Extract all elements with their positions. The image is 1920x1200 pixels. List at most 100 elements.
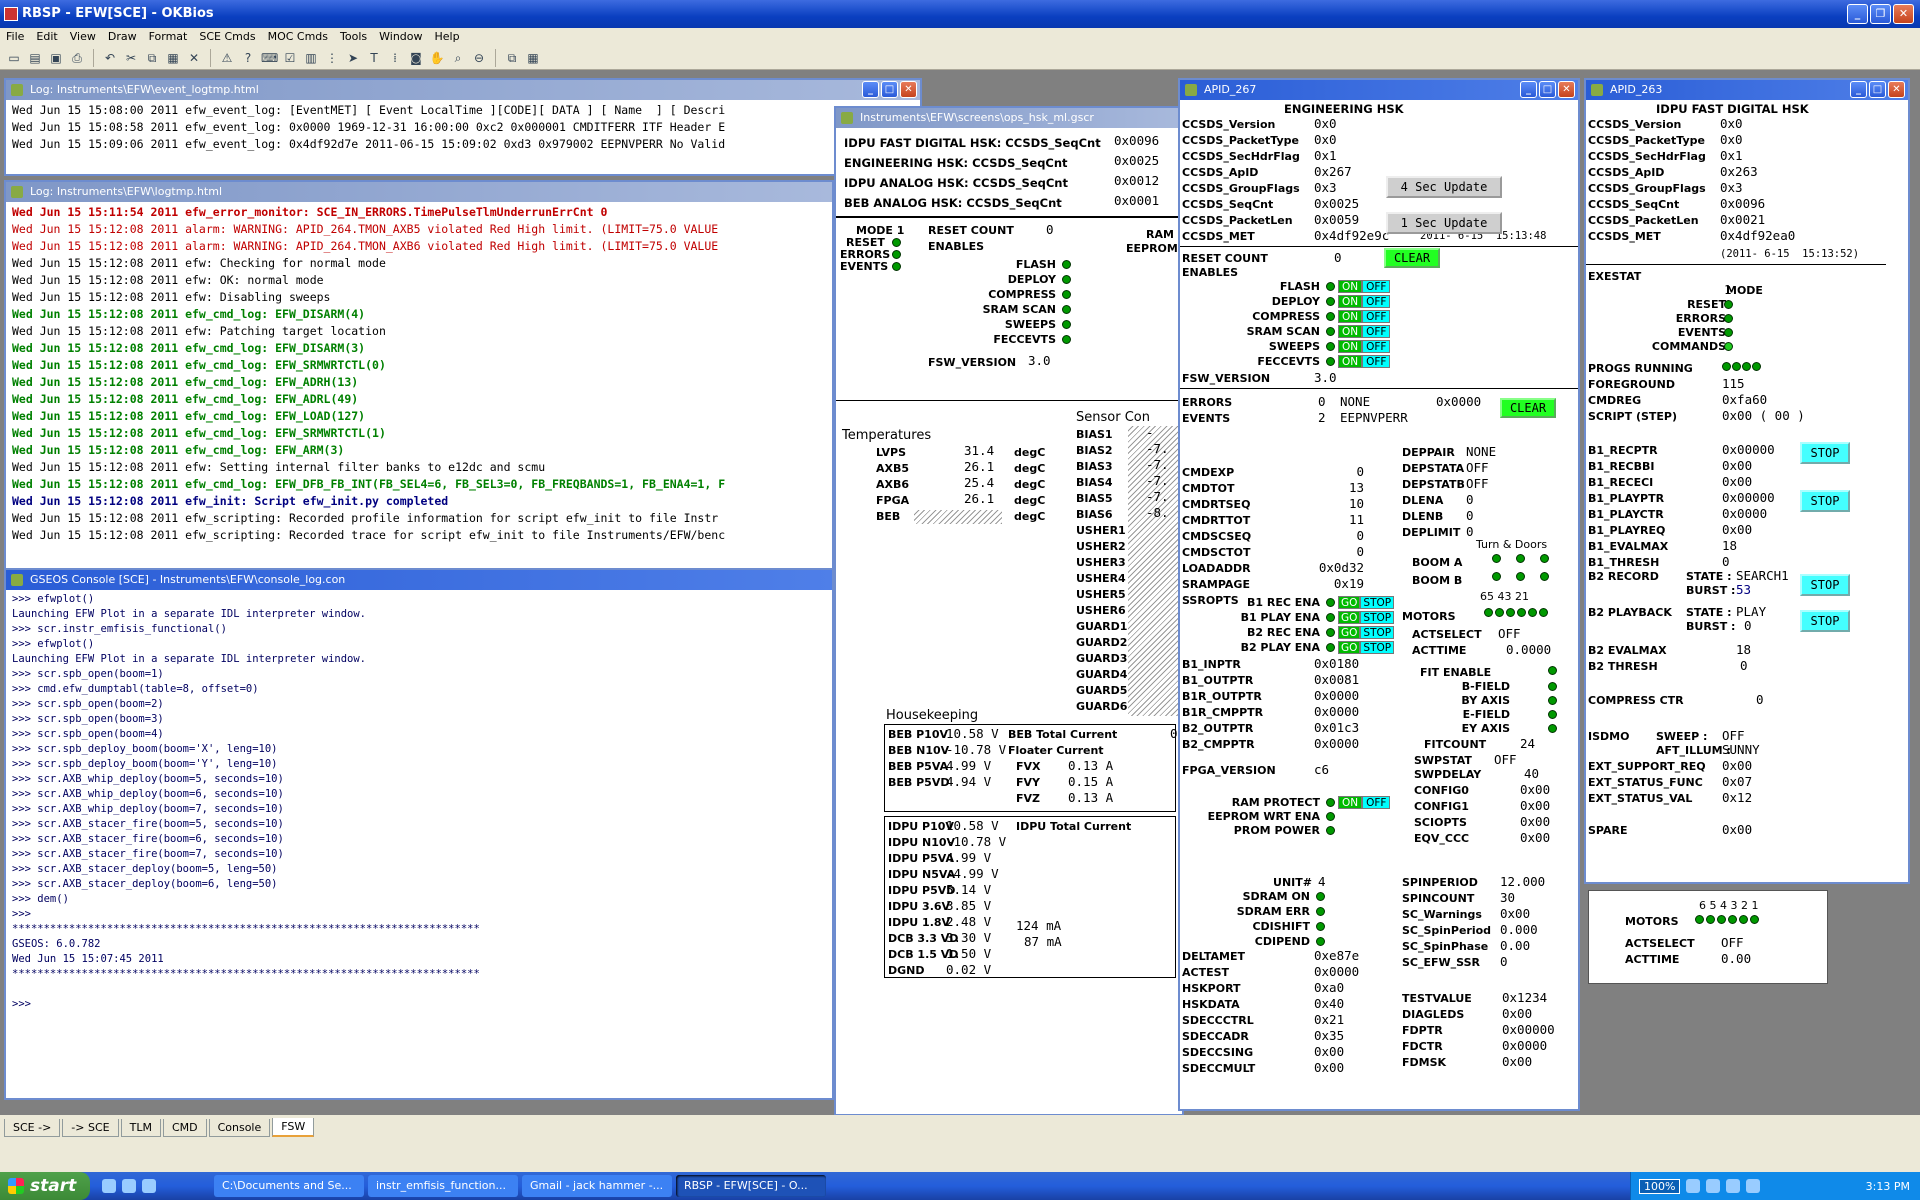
console-output[interactable]: >>> efwplot() Launching EFW Plot in a sep…: [6, 590, 832, 1014]
off-option[interactable]: OFF: [1362, 355, 1391, 368]
tab-2[interactable]: TLM: [120, 1119, 161, 1137]
hand-icon[interactable]: ✋: [429, 50, 445, 66]
pointer-icon[interactable]: ➤: [345, 50, 361, 66]
minimize-button[interactable]: _: [1850, 81, 1867, 98]
paste-icon[interactable]: ▦: [165, 50, 181, 66]
menu-draw[interactable]: Draw: [108, 28, 137, 46]
menu-help[interactable]: Help: [435, 28, 460, 46]
open-icon[interactable]: ▤: [27, 50, 43, 66]
on-off-toggle[interactable]: ON OFF: [1338, 310, 1391, 323]
new-icon[interactable]: ▭: [6, 50, 22, 66]
save-icon[interactable]: ▣: [48, 50, 64, 66]
off-option[interactable]: OFF: [1362, 310, 1391, 323]
close-button[interactable]: ✕: [1558, 81, 1575, 98]
go-option[interactable]: GO: [1338, 611, 1361, 624]
1-sec-update-button[interactable]: 1 Sec Update: [1386, 212, 1502, 234]
print-icon[interactable]: ⎙: [69, 50, 85, 66]
on-option[interactable]: ON: [1338, 796, 1363, 809]
close-button[interactable]: ✕: [1888, 81, 1905, 98]
off-option[interactable]: OFF: [1362, 796, 1391, 809]
delete-icon[interactable]: ✕: [186, 50, 202, 66]
maximize-button[interactable]: □: [881, 81, 898, 98]
cascade-icon[interactable]: ⧉: [504, 50, 520, 66]
menu-moc-cmds[interactable]: MOC Cmds: [268, 28, 328, 46]
security-icon[interactable]: [1726, 1179, 1741, 1193]
bits-icon[interactable]: ⁞: [387, 50, 403, 66]
taskbar-item[interactable]: RBSP - EFW[SCE] - O...: [676, 1175, 826, 1197]
stop-option[interactable]: STOP: [1360, 626, 1395, 639]
zoom-out-icon[interactable]: ⊖: [471, 50, 487, 66]
maximize-button[interactable]: □: [1539, 81, 1556, 98]
on-off-toggle[interactable]: ON OFF: [1338, 295, 1391, 308]
binary-icon[interactable]: ⋮: [324, 50, 340, 66]
taskbar-item[interactable]: C:\Documents and Se...: [214, 1175, 364, 1197]
on-off-toggle[interactable]: ON OFF: [1338, 325, 1391, 338]
off-option[interactable]: OFF: [1362, 325, 1391, 338]
taskbar-item[interactable]: instr_emfisis_function...: [368, 1175, 518, 1197]
on-off-toggle[interactable]: ON OFF: [1338, 280, 1391, 293]
on-option[interactable]: ON: [1338, 295, 1363, 308]
menu-view[interactable]: View: [70, 28, 96, 46]
b1-playptr-stop-button[interactable]: STOP: [1800, 490, 1850, 512]
clear-reset-button[interactable]: CLEAR: [1384, 248, 1440, 268]
minimize-button[interactable]: _: [1847, 4, 1868, 24]
clear-errors-button[interactable]: CLEAR: [1500, 398, 1556, 418]
on-off-toggle[interactable]: ON OFF: [1338, 340, 1391, 353]
ram-protect-toggle[interactable]: ON OFF: [1338, 796, 1391, 809]
stop-option[interactable]: STOP: [1360, 596, 1395, 609]
stop-option[interactable]: STOP: [1360, 641, 1395, 654]
tile-icon[interactable]: ▦: [525, 50, 541, 66]
text-icon[interactable]: T: [366, 50, 382, 66]
on-option[interactable]: ON: [1338, 310, 1363, 323]
desktop-icon[interactable]: [142, 1179, 156, 1193]
tab-5[interactable]: FSW: [272, 1118, 315, 1137]
off-option[interactable]: OFF: [1362, 280, 1391, 293]
minimize-button[interactable]: _: [862, 81, 879, 98]
undo-icon[interactable]: ↶: [102, 50, 118, 66]
menu-format[interactable]: Format: [149, 28, 188, 46]
zoom-icon[interactable]: ⌕: [450, 50, 466, 66]
update-icon[interactable]: [1746, 1179, 1761, 1193]
help-icon[interactable]: ?: [240, 50, 256, 66]
b1-recptr-stop-button[interactable]: STOP: [1800, 442, 1850, 464]
taskbar-item[interactable]: Gmail - jack hammer -...: [522, 1175, 672, 1197]
on-option[interactable]: ON: [1338, 355, 1363, 368]
maximize-button[interactable]: □: [1869, 81, 1886, 98]
go-stop-toggle[interactable]: GO STOP: [1338, 611, 1395, 624]
on-option[interactable]: ON: [1338, 340, 1363, 353]
on-option[interactable]: ON: [1338, 280, 1363, 293]
menu-edit[interactable]: Edit: [36, 28, 57, 46]
restore-button[interactable]: ❐: [1870, 4, 1891, 24]
menu-window[interactable]: Window: [379, 28, 422, 46]
go-option[interactable]: GO: [1338, 596, 1361, 609]
keyboard-icon[interactable]: ⌨: [261, 50, 278, 66]
on-off-toggle[interactable]: ON OFF: [1338, 355, 1391, 368]
volume-icon[interactable]: [1706, 1179, 1721, 1193]
menu-file[interactable]: File: [6, 28, 24, 46]
app-icon[interactable]: [122, 1179, 136, 1193]
cut-icon[interactable]: ✂: [123, 50, 139, 66]
4-sec-update-button[interactable]: 4 Sec Update: [1386, 176, 1502, 198]
go-option[interactable]: GO: [1338, 641, 1361, 654]
on-option[interactable]: ON: [1338, 325, 1363, 338]
check-icon[interactable]: ☑: [282, 50, 298, 66]
minimize-button[interactable]: _: [1520, 81, 1537, 98]
network-icon[interactable]: [1686, 1179, 1701, 1193]
warning-icon[interactable]: ⚠: [219, 50, 235, 66]
off-option[interactable]: OFF: [1362, 295, 1391, 308]
tab-3[interactable]: CMD: [162, 1119, 207, 1137]
b2-record-stop-button[interactable]: STOP: [1800, 574, 1850, 596]
go-stop-toggle[interactable]: GO STOP: [1338, 596, 1395, 609]
tab-4[interactable]: Console: [208, 1119, 271, 1137]
copy-icon[interactable]: ⧉: [144, 50, 160, 66]
go-stop-toggle[interactable]: GO STOP: [1338, 641, 1395, 654]
plot-icon[interactable]: ▥: [303, 50, 319, 66]
tab-0[interactable]: SCE ->: [4, 1119, 61, 1137]
go-option[interactable]: GO: [1338, 626, 1361, 639]
off-option[interactable]: OFF: [1362, 340, 1391, 353]
go-stop-toggle[interactable]: GO STOP: [1338, 626, 1395, 639]
start-button[interactable]: start: [0, 1172, 90, 1200]
b2-playback-stop-button[interactable]: STOP: [1800, 610, 1850, 632]
ie-icon[interactable]: [102, 1179, 116, 1193]
close-button[interactable]: ✕: [900, 81, 917, 98]
